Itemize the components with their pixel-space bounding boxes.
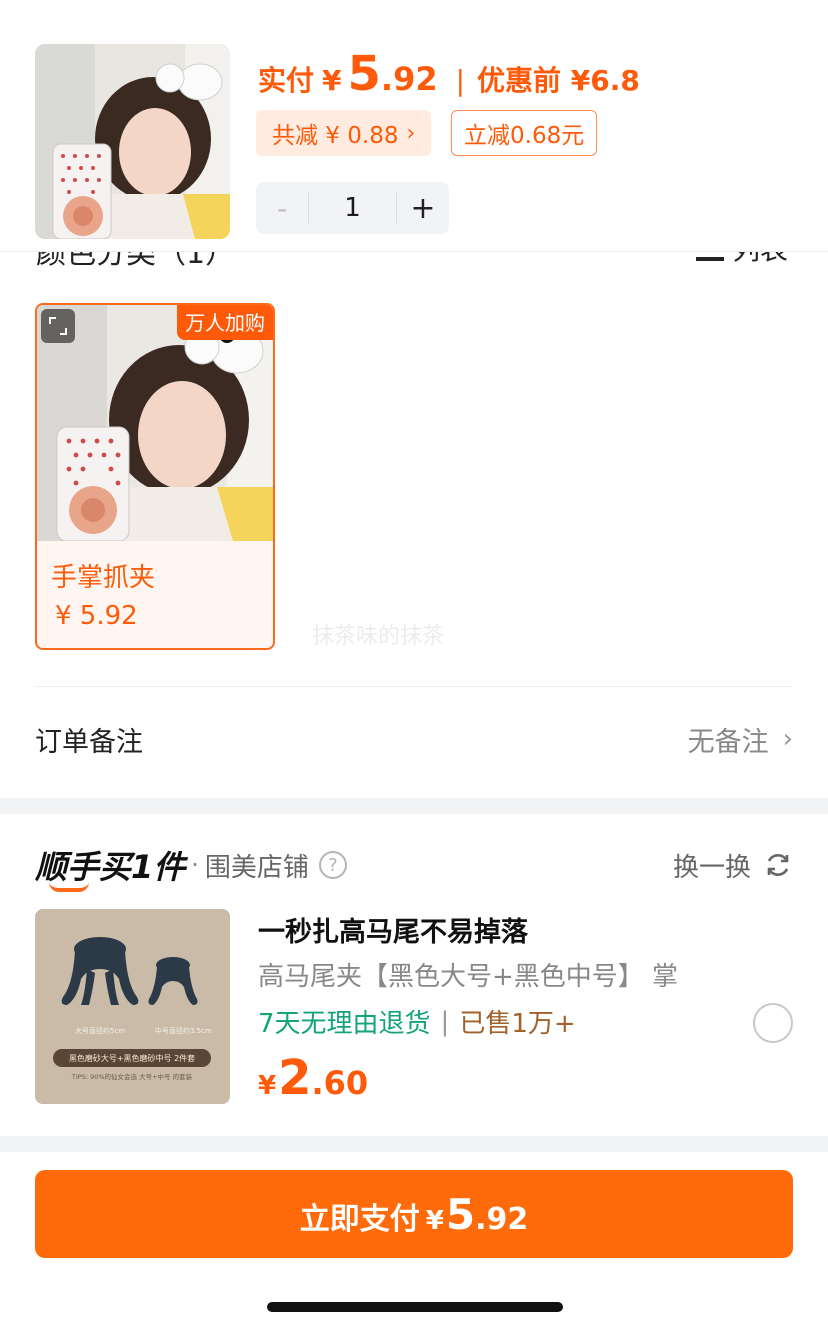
image-tips: TIPS: 90%的仙女会选 大号+中号 的套装 <box>71 1072 193 1081</box>
popular-badge: 万人加购 <box>177 305 273 340</box>
product-thumbnail[interactable] <box>35 44 230 239</box>
price-integer: 2 <box>278 1050 312 1106</box>
order-note-value: 无备注 <box>687 726 769 758</box>
caption-medium: 中号直径约3.5cm <box>155 1026 212 1035</box>
actual-price-line: 实付 ¥ 5 .92 | 优惠前 ¥6.8 <box>258 46 640 110</box>
instant-discount-label: 立减0.68元 <box>464 123 585 149</box>
refresh-icon <box>767 854 789 876</box>
increase-button[interactable]: + <box>397 191 449 226</box>
divider <box>35 686 793 687</box>
product-summary-header: 实付 ¥ 5 .92 | 优惠前 ¥6.8 共减 ¥ 0.88 › 立减0.68… <box>0 0 828 252</box>
pay-now-label: 立即支付 <box>299 1202 420 1237</box>
price-integer: 5 <box>445 1190 476 1239</box>
chevron-right-icon: › <box>782 724 793 754</box>
home-indicator[interactable] <box>267 1302 563 1312</box>
swap-button[interactable]: 换一换 <box>673 847 793 884</box>
image-banner: 黑色磨砂大号+黑色磨砂中号 2件套 <box>69 1053 195 1063</box>
currency-symbol: ¥ <box>258 1071 277 1101</box>
dot-separator: · <box>191 851 199 879</box>
help-icon[interactable]: ? <box>318 851 347 879</box>
addon-select-radio[interactable] <box>753 1003 793 1043</box>
quantity-value[interactable]: 1 <box>308 193 397 223</box>
return-policy-tag: 7天无理由退货 <box>258 1009 431 1039</box>
price-decimal: .92 <box>475 1202 529 1237</box>
original-price: 优惠前 ¥6.8 <box>477 64 640 97</box>
addon-title: 一秒扎高马尾不易掉落 <box>258 917 528 948</box>
total-discount-label: 共减 ¥ 0.88 <box>272 123 399 149</box>
order-note-label: 订单备注 <box>35 726 143 758</box>
price-decimal: .92 <box>380 60 438 98</box>
variant-card-selected[interactable]: 万人加购 手掌抓夹 ¥ 5.92 <box>35 303 275 650</box>
section-divider <box>0 798 828 814</box>
order-note-row[interactable]: 订单备注 无备注 › <box>35 712 793 766</box>
shop-name: 围美店铺 <box>204 852 309 883</box>
order-note-value-wrap: 无备注 › <box>688 720 793 759</box>
tag-separator: | <box>440 1006 450 1037</box>
currency-symbol: ¥ <box>425 1206 444 1236</box>
pay-now-button[interactable]: 立即支付 ¥ 5 .92 <box>35 1170 793 1258</box>
instant-discount-chip: 立减0.68元 <box>451 110 598 156</box>
price-decimal: .60 <box>311 1064 369 1102</box>
total-discount-chip[interactable]: 共减 ¥ 0.88 › <box>256 110 432 156</box>
addon-spec: 高马尾夹【黑色大号+黑色中号】 掌 <box>258 962 679 992</box>
addon-logo: 顺手买1件 <box>35 842 186 892</box>
variant-name: 手掌抓夹 <box>51 563 156 593</box>
price-separator: | <box>455 64 466 97</box>
swap-label: 换一换 <box>672 852 751 883</box>
expand-icon[interactable] <box>41 309 75 343</box>
sold-count-tag: 已售1万+ <box>459 1009 576 1039</box>
decrease-button[interactable]: - <box>256 192 308 225</box>
currency-symbol: ¥ <box>322 64 342 97</box>
chevron-right-icon: › <box>406 120 416 146</box>
addon-price: ¥ 2 .60 <box>258 1050 368 1106</box>
addon-tags: 7天无理由退货 | 已售1万+ <box>258 1003 576 1040</box>
variant-price: ¥ 5.92 <box>55 601 138 631</box>
addon-logo-text: 顺手买1件 <box>35 848 186 886</box>
watermark-text: 抹茶味的抹茶 <box>312 624 445 649</box>
actual-pay-label: 实付 <box>258 64 315 97</box>
section-divider <box>0 1136 828 1152</box>
smile-icon <box>49 882 89 892</box>
quantity-stepper: - 1 + <box>256 182 449 234</box>
price-integer: 5 <box>347 46 381 102</box>
addon-header: 顺手买1件 · 围美店铺 ? 换一换 <box>35 840 793 892</box>
caption-large: 大号直径约5cm <box>75 1026 125 1035</box>
addon-product-image[interactable]: 大号直径约5cm 中号直径约3.5cm 黑色磨砂大号+黑色磨砂中号 2件套 TI… <box>35 909 230 1104</box>
